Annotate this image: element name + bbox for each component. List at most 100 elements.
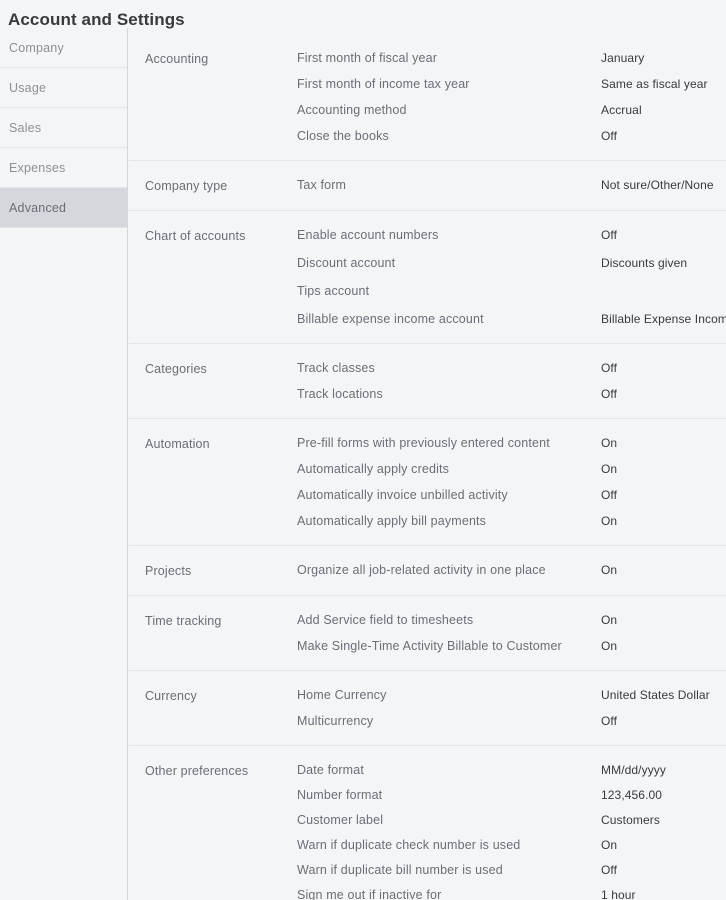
sidebar-item-label: Company [9, 40, 64, 55]
section-label: Company type [145, 179, 228, 193]
setting-row[interactable]: Multicurrency Off [297, 713, 726, 730]
sidebar-item-sales[interactable]: Sales [0, 108, 127, 148]
section-label: Chart of accounts [145, 229, 246, 243]
setting-row[interactable]: First month of income tax year Same as fi… [297, 76, 726, 93]
section-rows: Pre-fill forms with previously entered c… [297, 435, 726, 530]
setting-value: Off [601, 863, 618, 877]
setting-value: Off [601, 129, 618, 143]
section-rows: Home Currency United States Dollar Multicu… [297, 687, 726, 730]
settings-section: Company type Tax form Not sure/Other/None [129, 160, 726, 210]
settings-sidebar: Company Usage Sales Expenses Advanced [0, 28, 128, 900]
section-label: Automation [145, 437, 210, 451]
sidebar-item-usage[interactable]: Usage [0, 68, 127, 108]
sidebar-item-expenses[interactable]: Expenses [0, 148, 127, 188]
setting-row[interactable]: Warn if duplicate bill number is used Off [297, 862, 726, 879]
setting-value: Off [601, 714, 618, 728]
setting-row[interactable]: Add Service field to timesheets On [297, 612, 726, 629]
setting-row[interactable]: Discount account Discounts given [297, 255, 726, 272]
sidebar-item-label: Usage [9, 80, 47, 95]
settings-section: Automation Pre-fill forms with previously… [129, 418, 726, 545]
section-label: Currency [145, 689, 197, 703]
setting-value: On [601, 563, 618, 577]
setting-row[interactable]: First month of fiscal year January [297, 50, 726, 67]
setting-row[interactable]: Date format MM/dd/yyyy [297, 762, 726, 779]
setting-row[interactable]: Sign me out if inactive for 1 hour [297, 887, 726, 900]
setting-row[interactable]: Tips account [297, 283, 726, 300]
setting-row[interactable]: Billable expense income account Billable … [297, 311, 726, 328]
setting-label: Sign me out if inactive for [297, 888, 442, 900]
setting-value: Off [601, 228, 618, 242]
section-label: Accounting [145, 52, 209, 66]
setting-label: Automatically apply credits [297, 462, 450, 476]
setting-row[interactable]: Accounting method Accrual [297, 102, 726, 119]
section-rows: First month of fiscal year January First m… [297, 50, 726, 145]
setting-label: Accounting method [297, 103, 407, 117]
setting-value: Off [601, 387, 618, 401]
section-label: Projects [145, 564, 192, 578]
setting-label: Discount account [297, 256, 396, 270]
section-inner: Automation Pre-fill forms with previously… [129, 435, 726, 530]
section-rows: Date format MM/dd/yyyy Number format 123,45… [297, 762, 726, 900]
setting-label: Warn if duplicate bill number is used [297, 863, 503, 877]
setting-row[interactable]: Enable account numbers Off [297, 227, 726, 244]
setting-label: First month of fiscal year [297, 51, 438, 65]
setting-value: Discounts given [601, 256, 688, 270]
setting-label: Make Single-Time Activity Billable to Cu… [297, 639, 562, 653]
setting-row[interactable]: Pre-fill forms with previously entered c… [297, 435, 726, 452]
setting-row[interactable]: Customer label Customers [297, 812, 726, 829]
section-inner: Accounting First month of fiscal year Janu… [129, 50, 726, 145]
sidebar-item-label: Expenses [9, 160, 66, 175]
setting-label: Date format [297, 763, 364, 777]
section-inner: Time tracking Add Service field to timesh… [129, 612, 726, 655]
setting-value: United States Dollar [601, 688, 710, 702]
setting-label: Enable account numbers [297, 228, 439, 242]
section-rows: Enable account numbers Off Discount accoun… [297, 227, 726, 328]
setting-label: Organize all job-related activity in one… [297, 563, 546, 577]
settings-section: Currency Home Currency United States Dolla… [129, 670, 726, 745]
setting-label: Number format [297, 788, 383, 802]
setting-row[interactable]: Automatically invoice unbilled activity O… [297, 487, 726, 504]
setting-label: Pre-fill forms with previously entered c… [297, 436, 550, 450]
setting-value: January [601, 51, 645, 65]
setting-row[interactable]: Number format 123,456.00 [297, 787, 726, 804]
setting-label: Track classes [297, 361, 375, 375]
setting-label: Track locations [297, 387, 383, 401]
setting-label: Tips account [297, 284, 370, 298]
setting-row[interactable]: Close the books Off [297, 128, 726, 145]
setting-value: On [601, 514, 618, 528]
setting-row[interactable]: Automatically apply bill payments On [297, 513, 726, 530]
section-label: Other preferences [145, 764, 249, 778]
section-inner: Other preferences Date format MM/dd/yyyy Nu… [129, 762, 726, 900]
settings-section: Chart of accounts Enable account numbers O… [129, 210, 726, 343]
section-label: Time tracking [145, 614, 222, 628]
section-inner: Chart of accounts Enable account numbers O… [129, 227, 726, 328]
setting-value: Billable Expense Income [601, 312, 726, 326]
setting-label: Add Service field to timesheets [297, 613, 474, 627]
setting-value: 123,456.00 [601, 788, 663, 802]
setting-value: On [601, 436, 618, 450]
setting-row[interactable]: Track locations Off [297, 386, 726, 403]
sidebar-item-company[interactable]: Company [0, 28, 127, 68]
section-rows: Add Service field to timesheets On Make Si… [297, 612, 726, 655]
settings-section: Time tracking Add Service field to timesh… [129, 595, 726, 670]
setting-value: On [601, 838, 618, 852]
settings-section: Categories Track classes Off Track location… [129, 343, 726, 418]
sidebar-item-label: Sales [9, 120, 42, 135]
section-inner: Projects Organize all job-related activit… [129, 562, 726, 580]
setting-row[interactable]: Home Currency United States Dollar [297, 687, 726, 704]
setting-row[interactable]: Track classes Off [297, 360, 726, 377]
setting-label: Customer label [297, 813, 384, 827]
setting-value: On [601, 639, 618, 653]
settings-section: Accounting First month of fiscal year Janu… [129, 28, 726, 160]
section-rows: Tax form Not sure/Other/None [297, 177, 726, 195]
sidebar-item-advanced[interactable]: Advanced [0, 188, 127, 228]
setting-row[interactable]: Make Single-Time Activity Billable to Cu… [297, 638, 726, 655]
setting-row[interactable]: Warn if duplicate check number is used On [297, 837, 726, 854]
settings-section: Projects Organize all job-related activit… [129, 545, 726, 595]
setting-row[interactable]: Tax form Not sure/Other/None [297, 177, 726, 194]
setting-row[interactable]: Organize all job-related activity in one… [297, 562, 726, 579]
settings-section: Other preferences Date format MM/dd/yyyy Nu… [129, 745, 726, 900]
setting-value: On [601, 462, 618, 476]
setting-value: Not sure/Other/None [601, 178, 714, 192]
setting-row[interactable]: Automatically apply credits On [297, 461, 726, 478]
